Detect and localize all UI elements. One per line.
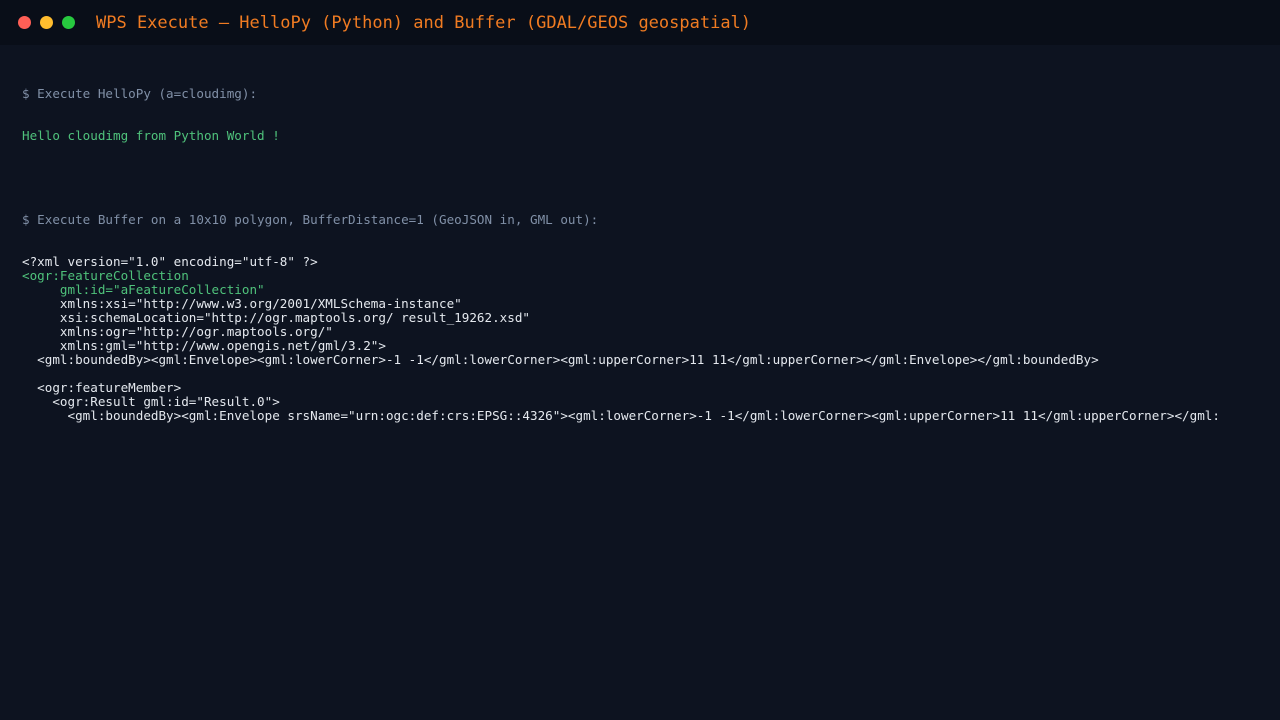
xml-line: <ogr:featureMember> [22,381,182,395]
xml-line: xmlns:gml="http://www.opengis.net/gml/3.… [22,339,386,353]
hello-command-line: $ Execute HelloPy (a=cloudimg): [22,87,258,101]
xml-line: xmlns:xsi="http://www.w3.org/2001/XMLSch… [22,297,462,311]
hello-output-line: Hello cloudimg from Python World ! [22,129,280,143]
xml-output: <?xml version="1.0" encoding="utf-8" ?> <… [22,255,1262,423]
xml-line: <?xml version="1.0" encoding="utf-8" ?> [22,255,318,269]
terminal-window: WPS Execute — HelloPy (Python) and Buffe… [0,0,1280,720]
maximize-window-button[interactable] [62,16,75,29]
window-title: WPS Execute — HelloPy (Python) and Buffe… [96,13,752,33]
xml-line: <gml:boundedBy><gml:Envelope><gml:lowerC… [22,353,1099,367]
xml-line: <gml:boundedBy><gml:Envelope srsName="ur… [22,409,1220,423]
xml-line: xmlns:ogr="http://ogr.maptools.org/" [22,325,333,339]
xml-line: <ogr:FeatureCollection [22,269,189,283]
xml-line: <ogr:Result gml:id="Result.0"> [22,395,280,409]
xml-line: gml:id="aFeatureCollection" [22,283,265,297]
xml-line [22,367,1262,381]
buffer-command-line: $ Execute Buffer on a 10x10 polygon, Buf… [22,213,599,227]
title-bar: WPS Execute — HelloPy (Python) and Buffe… [0,0,1280,45]
close-window-button[interactable] [18,16,31,29]
xml-line: xsi:schemaLocation="http://ogr.maptools.… [22,311,530,325]
minimize-window-button[interactable] [40,16,53,29]
terminal-output[interactable]: $ Execute HelloPy (a=cloudimg): Hello cl… [22,59,1262,451]
